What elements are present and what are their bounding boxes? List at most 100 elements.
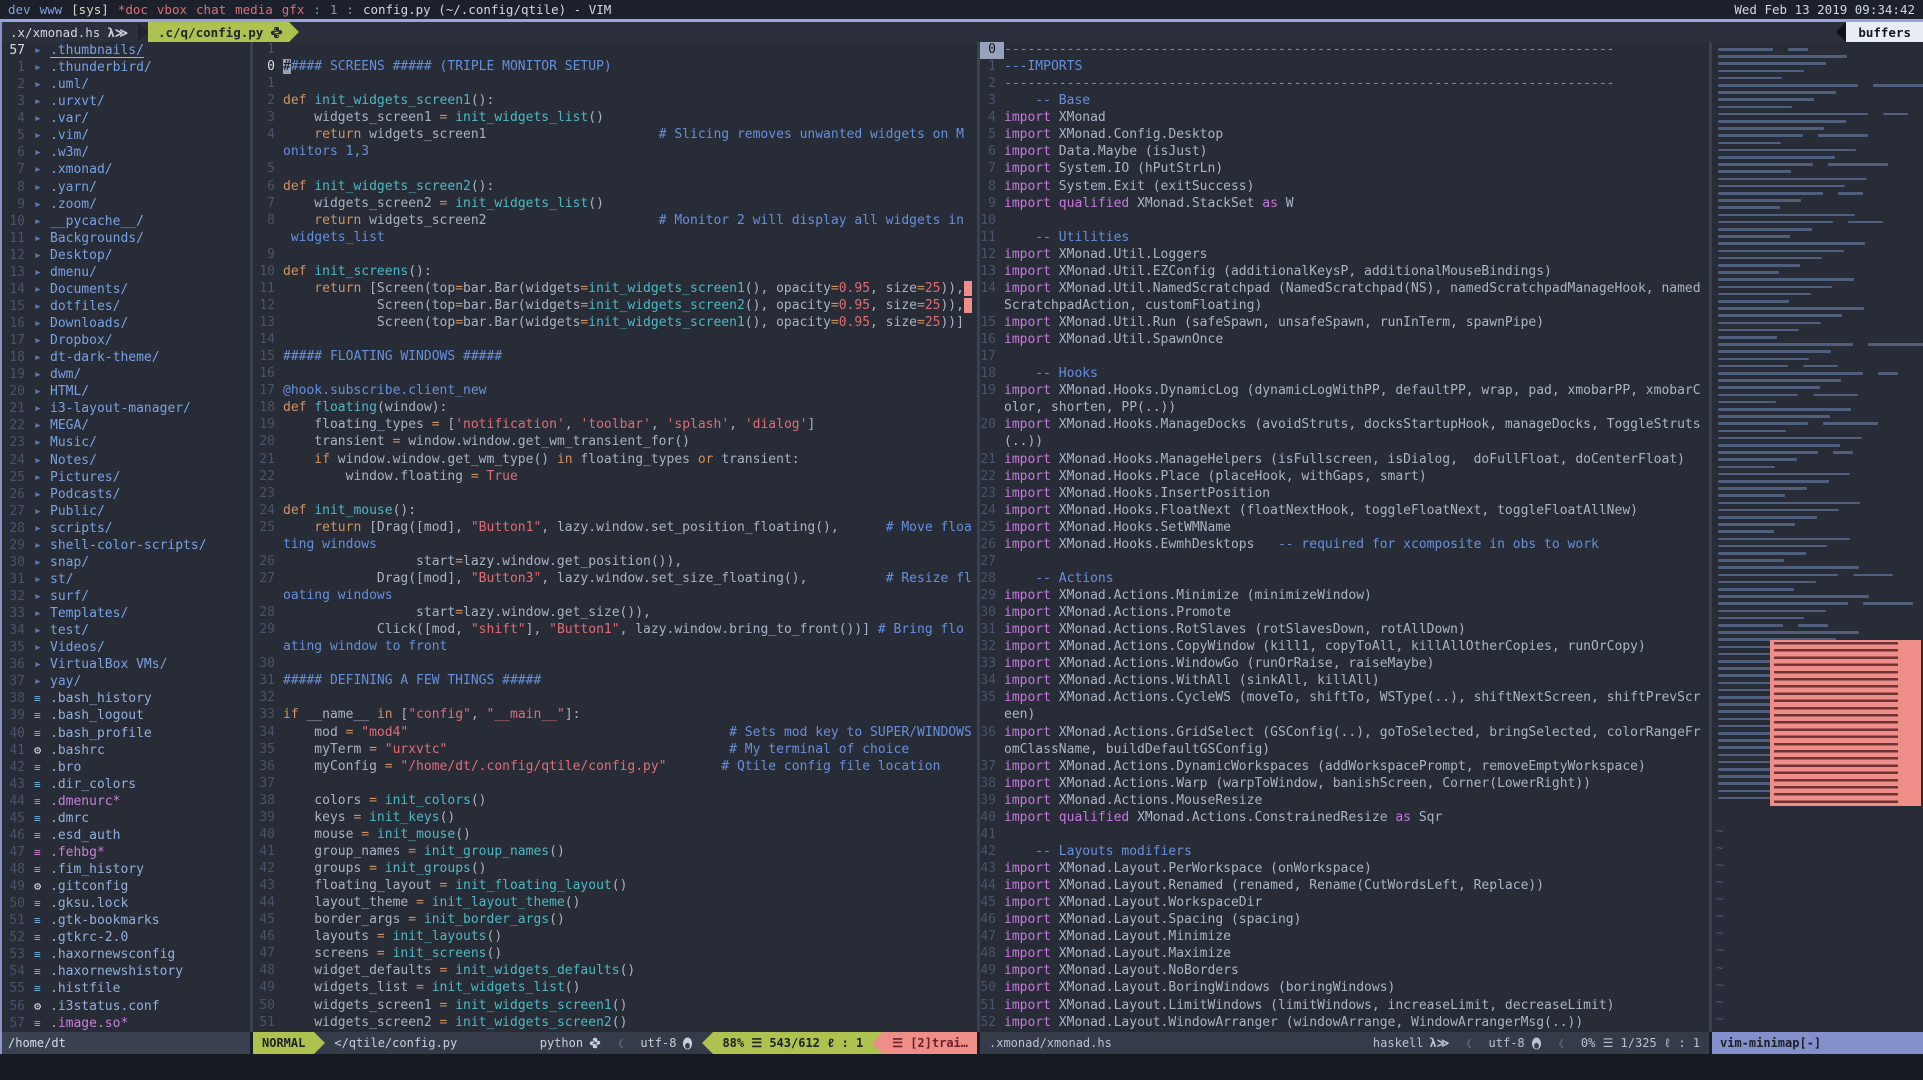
code-line[interactable]: onitors 1,3 <box>253 144 977 161</box>
workspace-tag[interactable]: media <box>235 2 273 17</box>
code-line[interactable]: 19 floating_types = ['notification', 'to… <box>253 417 977 434</box>
tree-folder-item[interactable]: 12▸Desktop/ <box>0 247 250 264</box>
code-line[interactable]: 6import Data.Maybe (isJust) <box>980 144 1709 161</box>
code-line[interactable]: 4 return widgets_screen1 # Slicing remov… <box>253 127 977 144</box>
tree-folder-item[interactable]: 1▸.thunderbird/ <box>0 59 250 76</box>
code-line[interactable]: 12import XMonad.Util.Loggers <box>980 247 1709 264</box>
code-line[interactable]: 5import XMonad.Config.Desktop <box>980 127 1709 144</box>
tree-folder-item[interactable]: 2▸.uml/ <box>0 76 250 93</box>
code-line[interactable]: 24import XMonad.Hooks.FloatNext (floatNe… <box>980 503 1709 520</box>
code-line[interactable]: 40 mouse = init_mouse() <box>253 827 977 844</box>
workspace-tag[interactable]: *doc <box>118 2 148 17</box>
code-line[interactable]: 43 floating_layout = init_floating_layou… <box>253 878 977 895</box>
code-line[interactable]: 4import XMonad <box>980 110 1709 127</box>
code-line[interactable]: 28 -- Actions <box>980 571 1709 588</box>
code-line[interactable]: 6def init_widgets_screen2(): <box>253 179 977 196</box>
code-line[interactable]: 15import XMonad.Util.Run (safeSpawn, uns… <box>980 315 1709 332</box>
code-line[interactable]: 37import XMonad.Actions.DynamicWorkspace… <box>980 759 1709 776</box>
code-line[interactable]: 51import XMonad.Layout.LimitWindows (lim… <box>980 998 1709 1015</box>
tree-file-item[interactable]: 39≡.bash_logout <box>0 707 250 724</box>
minimap-viewport[interactable] <box>1770 640 1921 806</box>
code-line[interactable]: 1 <box>253 42 977 59</box>
tree-file-item[interactable]: 47≡.fehbg* <box>0 844 250 861</box>
code-line[interactable]: 36import XMonad.Actions.GridSelect (GSCo… <box>980 725 1709 742</box>
code-line[interactable]: 29 Click([mod, "shift"], "Button1", lazy… <box>253 622 977 639</box>
tree-folder-item[interactable]: 29▸shell-color-scripts/ <box>0 537 250 554</box>
tree-file-item[interactable]: 52≡.gtkrc-2.0 <box>0 929 250 946</box>
code-line[interactable]: 19import XMonad.Hooks.DynamicLog (dynami… <box>980 383 1709 400</box>
code-line[interactable]: 0---------------------------------------… <box>980 42 1709 59</box>
code-line[interactable]: 49import XMonad.Layout.NoBorders <box>980 963 1709 980</box>
workspace-tag[interactable]: : <box>313 2 321 17</box>
code-line[interactable]: 27 <box>980 554 1709 571</box>
code-line[interactable]: 52import XMonad.Layout.WindowArranger (w… <box>980 1015 1709 1032</box>
tree-folder-item[interactable]: 15▸dotfiles/ <box>0 298 250 315</box>
code-line[interactable]: 38 colors = init_colors() <box>253 793 977 810</box>
code-line[interactable]: 3 widgets_screen1 = init_widgets_list() <box>253 110 977 127</box>
code-line[interactable]: 30 <box>253 656 977 673</box>
code-line[interactable]: 43import XMonad.Layout.PerWorkspace (onW… <box>980 861 1709 878</box>
tree-folder-item[interactable]: 36▸VirtualBox VMs/ <box>0 656 250 673</box>
tree-folder-item[interactable]: 7▸.xmonad/ <box>0 161 250 178</box>
code-line[interactable]: 34 mod = "mod4" # Sets mod key to SUPER/… <box>253 725 977 742</box>
tree-folder-item[interactable]: 5▸.vim/ <box>0 127 250 144</box>
tree-file-item[interactable]: 46≡.esd_auth <box>0 827 250 844</box>
code-line[interactable]: (..)) <box>980 434 1709 451</box>
tree-folder-item[interactable]: 19▸dwm/ <box>0 366 250 383</box>
code-line[interactable]: 47import XMonad.Layout.Minimize <box>980 929 1709 946</box>
code-line[interactable]: ting windows <box>253 537 977 554</box>
code-line[interactable]: 11 -- Utilities <box>980 230 1709 247</box>
code-line[interactable]: 20import XMonad.Hooks.ManageDocks (avoid… <box>980 417 1709 434</box>
code-line[interactable]: 26import XMonad.Hooks.EwmhDesktops -- re… <box>980 537 1709 554</box>
code-line[interactable]: 9import qualified XMonad.StackSet as W <box>980 196 1709 213</box>
tree-file-item[interactable]: 55≡.histfile <box>0 980 250 997</box>
code-line[interactable]: 1---IMPORTS <box>980 59 1709 76</box>
tree-file-item[interactable]: 48≡.fim_history <box>0 861 250 878</box>
tree-file-item[interactable]: 42≡.bro <box>0 759 250 776</box>
code-line[interactable]: een) <box>980 707 1709 724</box>
code-line[interactable]: 7import System.IO (hPutStrLn) <box>980 161 1709 178</box>
code-line[interactable]: 45 border_args = init_border_args() <box>253 912 977 929</box>
code-line[interactable]: 46import XMonad.Layout.Spacing (spacing) <box>980 912 1709 929</box>
code-line[interactable]: 47 screens = init_screens() <box>253 946 977 963</box>
tree-file-item[interactable]: 54≡.haxornewshistory <box>0 963 250 980</box>
tree-folder-item[interactable]: 34▸test/ <box>0 622 250 639</box>
code-line[interactable]: 42 groups = init_groups() <box>253 861 977 878</box>
code-line[interactable]: 21import XMonad.Hooks.ManageHelpers (isF… <box>980 452 1709 469</box>
code-line[interactable]: 51 widgets_screen2 = init_widgets_screen… <box>253 1015 977 1032</box>
workspace-tag[interactable]: config.py (~/.config/qtile) - VIM <box>363 2 611 17</box>
code-line[interactable]: 22import XMonad.Hooks.Place (placeHook, … <box>980 469 1709 486</box>
code-line[interactable]: 2def init_widgets_screen1(): <box>253 93 977 110</box>
code-line[interactable]: 12 Screen(top=bar.Bar(widgets=init_widge… <box>253 298 977 315</box>
code-line[interactable]: 20 transient = window.window.get_wm_tran… <box>253 434 977 451</box>
tree-folder-item[interactable]: 13▸dmenu/ <box>0 264 250 281</box>
code-line[interactable]: 37 <box>253 776 977 793</box>
tree-file-item[interactable]: 38≡.bash_history <box>0 690 250 707</box>
code-line[interactable]: 17@hook.subscribe.client_new <box>253 383 977 400</box>
code-line[interactable]: 44import XMonad.Layout.Renamed (renamed,… <box>980 878 1709 895</box>
tree-folder-item[interactable]: 18▸dt-dark-theme/ <box>0 349 250 366</box>
code-line[interactable]: 9 <box>253 247 977 264</box>
workspace-tag[interactable]: 1 <box>330 2 338 17</box>
tree-file-item[interactable]: 50≡.gksu.lock <box>0 895 250 912</box>
code-line[interactable]: ScratchpadAction, customFloating) <box>980 298 1709 315</box>
tab-config-py[interactable]: .c/q/config.py <box>148 22 289 42</box>
tree-folder-item[interactable]: 4▸.var/ <box>0 110 250 127</box>
code-line[interactable]: 50 widgets_screen1 = init_widgets_screen… <box>253 998 977 1015</box>
tree-file-item[interactable]: 53≡.haxornewsconfig <box>0 946 250 963</box>
tab-xmonad-hs[interactable]: .x/xmonad.hs λ≫ <box>0 22 138 42</box>
tree-folder-item[interactable]: 35▸Videos/ <box>0 639 250 656</box>
code-line[interactable]: 39 keys = init_keys() <box>253 810 977 827</box>
tree-file-item[interactable]: 40≡.bash_profile <box>0 725 250 742</box>
code-line[interactable]: 49 widgets_list = init_widgets_list() <box>253 980 977 997</box>
tree-folder-item[interactable]: 8▸.yarn/ <box>0 179 250 196</box>
workspace-tag[interactable]: www <box>40 2 63 17</box>
tree-file-item[interactable]: 49⚙.gitconfig <box>0 878 250 895</box>
code-line[interactable]: 46 layouts = init_layouts() <box>253 929 977 946</box>
workspace-tag[interactable]: : <box>346 2 354 17</box>
tree-folder-item[interactable]: 22▸MEGA/ <box>0 417 250 434</box>
code-line[interactable]: oating windows <box>253 588 977 605</box>
tree-file-item[interactable]: 57≡.image.so* <box>0 1015 250 1032</box>
workspace-tag[interactable]: gfx <box>282 2 305 17</box>
workspace-tag[interactable]: vbox <box>157 2 187 17</box>
